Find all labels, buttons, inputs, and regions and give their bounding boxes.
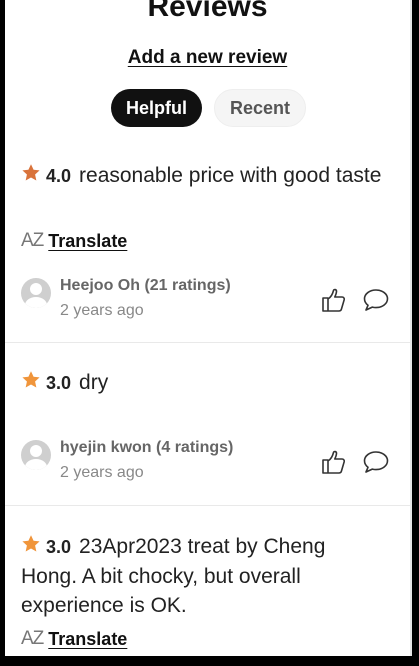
divider: [5, 505, 410, 506]
review-text: dry: [79, 371, 109, 394]
review-actions: [320, 287, 390, 313]
rating-value: 3.0: [46, 373, 72, 393]
page-title: Reviews: [147, 0, 268, 23]
thumbs-up-icon[interactable]: [320, 287, 348, 313]
translate-link[interactable]: AZ Translate: [21, 230, 127, 252]
rating-value: 3.0: [46, 537, 72, 557]
review-author: Heejoo Oh (21 ratings) 2 years ago: [21, 276, 231, 321]
review-actions: [320, 449, 390, 475]
review-line: 4.0 reasonable price with good taste: [21, 161, 386, 191]
avatar-icon: [21, 278, 51, 308]
translate-icon: AZ: [21, 230, 44, 251]
divider: [5, 342, 410, 343]
add-review-link[interactable]: Add a new review: [5, 47, 410, 69]
translate-label: Translate: [48, 628, 128, 649]
tab-recent[interactable]: Recent: [214, 89, 307, 127]
rating-value: 4.0: [46, 166, 72, 186]
tab-helpful[interactable]: Helpful: [111, 89, 202, 127]
translate-link[interactable]: AZ Translate: [21, 628, 127, 650]
review-line: 3.0 dry: [21, 368, 386, 398]
review-author: hyejin kwon (4 ratings) 2 years ago: [21, 438, 233, 483]
review-time: 2 years ago: [60, 302, 144, 319]
author-name: hyejin kwon (4 ratings): [60, 439, 234, 456]
star-icon: [22, 371, 40, 388]
reviews-panel: Reviews Add a new review Helpful Recent …: [5, 0, 412, 656]
thumbs-up-icon[interactable]: [320, 449, 348, 475]
comment-icon[interactable]: [362, 449, 390, 475]
review-time: 2 years ago: [60, 464, 144, 481]
review-text: reasonable price with good taste: [79, 164, 382, 187]
comment-icon[interactable]: [362, 287, 390, 313]
review-line: 3.0 23Apr2023 treat by Cheng Hong. A bit …: [21, 532, 386, 620]
star-icon: [22, 164, 40, 181]
star-icon: [22, 535, 40, 552]
translate-label: Translate: [48, 230, 128, 251]
sort-tabs: Helpful Recent: [111, 89, 307, 127]
author-name: Heejoo Oh (21 ratings): [60, 277, 231, 294]
translate-icon: AZ: [21, 628, 44, 649]
avatar-icon: [21, 440, 51, 470]
